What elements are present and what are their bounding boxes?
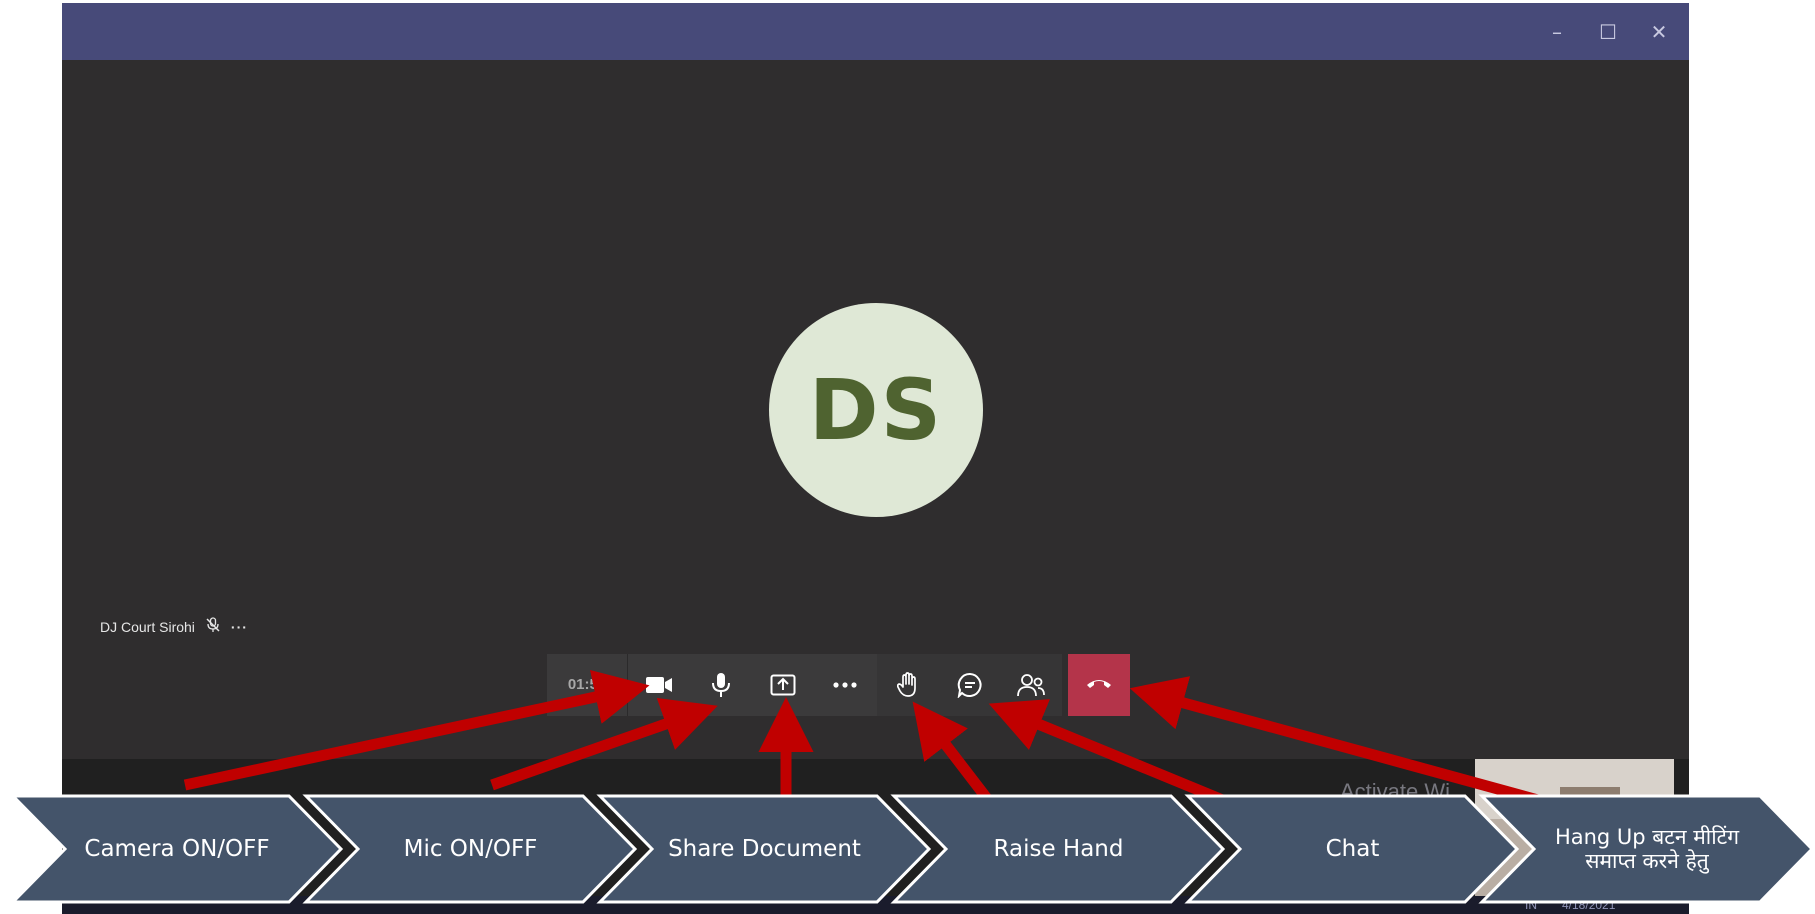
chevron-labels [9,794,1815,904]
label-chat: Chat [1325,835,1380,862]
label-camera: Camera ON/OFF [84,835,270,862]
label-share: Share Document [668,835,861,862]
label-mic: Mic ON/OFF [403,835,538,862]
label-raise-hand: Raise Hand [993,835,1124,862]
label-hang-up: Hang Up बटन मीटिंग समाप्त करने हेतु [1554,824,1740,873]
